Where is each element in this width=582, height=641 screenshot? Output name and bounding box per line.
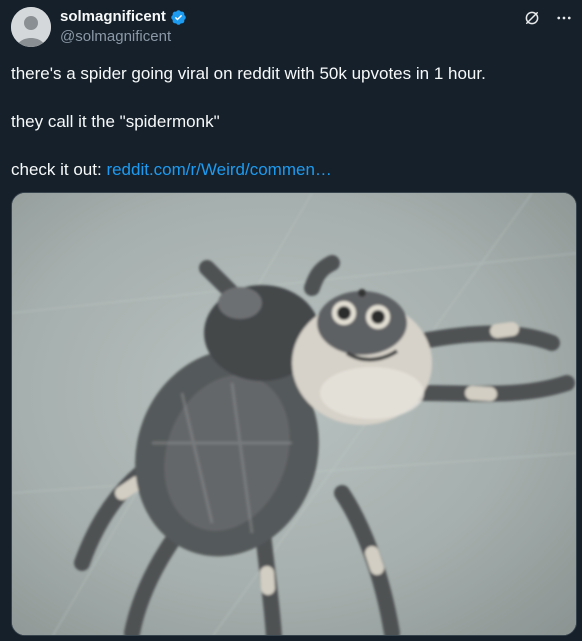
avatar[interactable] xyxy=(11,7,51,47)
author-name-row[interactable]: solmagnificent xyxy=(60,8,187,26)
tweet-top-actions xyxy=(522,8,574,28)
spider-photo xyxy=(12,193,576,635)
verified-badge-icon xyxy=(170,9,187,26)
author-handle[interactable]: @solmagnificent xyxy=(60,28,171,46)
tweet-media-image[interactable] xyxy=(11,192,577,636)
tweet-line-1: there's a spider going viral on reddit w… xyxy=(11,64,486,83)
display-name[interactable]: solmagnificent xyxy=(60,8,166,26)
more-options-icon[interactable] xyxy=(554,8,574,28)
grok-icon[interactable] xyxy=(522,8,542,28)
default-avatar-icon xyxy=(11,7,51,47)
tweet-line-2: they call it the "spidermonk" xyxy=(11,112,220,131)
tweet-line-3: check it out: reddit.com/r/Weird/commen… xyxy=(11,158,571,182)
tweet-line-3-prefix: check it out: xyxy=(11,160,107,179)
tweet-card[interactable]: solmagnificent @solmagnificent there's a… xyxy=(0,0,582,641)
tweet-text: there's a spider going viral on reddit w… xyxy=(11,62,571,182)
reddit-link[interactable]: reddit.com/r/Weird/commen… xyxy=(106,160,331,179)
